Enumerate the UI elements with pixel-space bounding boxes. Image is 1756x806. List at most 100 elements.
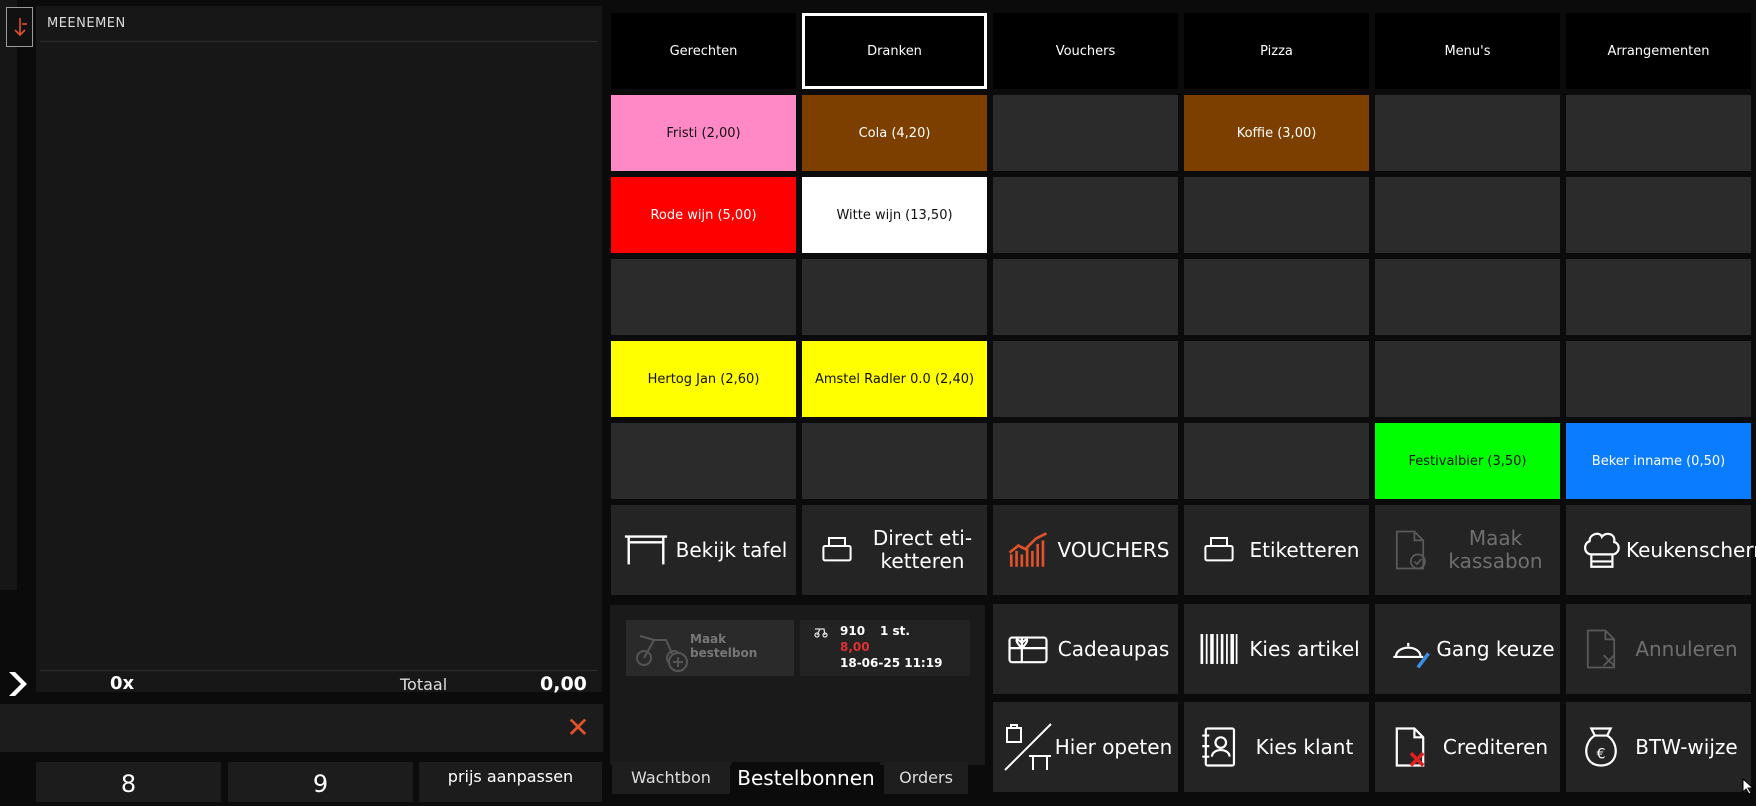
empty-product-slot[interactable] (1375, 341, 1560, 417)
arrow-down-icon (13, 18, 27, 37)
product-button-amstel-radler[interactable]: Amstel Radler 0.0 (2,40) (802, 341, 987, 417)
empty-product-slot[interactable] (993, 423, 1178, 499)
money-bag-icon: € (1576, 722, 1626, 772)
empty-product-slot[interactable] (1184, 423, 1369, 499)
empty-product-slot[interactable] (611, 259, 796, 335)
annuleren-button[interactable]: Annuleren (1566, 604, 1751, 694)
keukenscherm-button[interactable]: Keukenscherm (1566, 505, 1756, 595)
etiketteren-button[interactable]: Etiketteren (1184, 505, 1369, 595)
vouchers-button[interactable]: VOUCHERS (993, 505, 1178, 595)
divider (40, 670, 597, 671)
order-ticket[interactable]: 910 1 st. 8,00 18-06-25 11:19 (800, 620, 970, 676)
barcode-icon (1194, 624, 1244, 674)
empty-product-slot[interactable] (802, 423, 987, 499)
order-type-button[interactable] (6, 7, 33, 47)
empty-product-slot[interactable] (993, 177, 1178, 253)
clear-icon[interactable]: ✕ (563, 713, 593, 743)
hier-opeten-button[interactable]: Hier opeten (993, 702, 1178, 792)
empty-product-slot[interactable] (1566, 177, 1751, 253)
category-tab-pizza[interactable]: Pizza (1184, 13, 1369, 89)
scooter-plus-icon (636, 635, 688, 672)
category-tab-arrangementen[interactable]: Arrangementen (1566, 13, 1751, 89)
empty-product-slot[interactable] (1375, 95, 1560, 171)
tab-wachtbon[interactable]: Wachtbon (612, 762, 730, 794)
left-side-strip (0, 0, 17, 590)
doc-cancel-icon (1576, 624, 1626, 674)
adjust-price-button[interactable]: prijs aanpassen (419, 762, 602, 802)
printer-icon (1194, 525, 1244, 575)
empty-product-slot[interactable] (993, 259, 1178, 335)
empty-product-slot[interactable] (802, 259, 987, 335)
ticket-qty: 1 st. (880, 624, 910, 638)
maak-kassabon-button[interactable]: Maak kassabon (1375, 505, 1560, 595)
kies-klant-button[interactable]: Kies klant (1184, 702, 1369, 792)
empty-product-slot[interactable] (1184, 341, 1369, 417)
hier-opeten-label: Hier opeten (1054, 734, 1173, 759)
gang-keuze-button[interactable]: Gang keuze (1375, 604, 1560, 694)
product-button-fristi[interactable]: Fristi (2,00) (611, 95, 796, 171)
cadeaupas-label: Cadeaupas (1057, 636, 1170, 661)
product-button-witte-wijn[interactable]: Witte wijn (13,50) (802, 177, 987, 253)
doc-credit-icon (1385, 722, 1435, 772)
empty-product-slot[interactable] (1566, 95, 1751, 171)
empty-product-slot[interactable] (1184, 177, 1369, 253)
ticket-amount: 8,00 (840, 640, 870, 654)
ticket-number: 910 (840, 624, 866, 638)
ticket-datetime: 18-06-25 11:19 (840, 656, 943, 670)
direct-eti-ketteren-button[interactable]: Direct eti-ketteren (802, 505, 987, 595)
category-tab-gerechten[interactable]: Gerechten (611, 13, 796, 89)
empty-product-slot[interactable] (1566, 341, 1751, 417)
keukenscherm-label: Keukenscherm (1626, 537, 1756, 562)
chevron-right-icon[interactable] (5, 670, 29, 698)
category-tab-menu-s[interactable]: Menu's (1375, 13, 1560, 89)
item-count: 0x (110, 673, 135, 694)
category-tab-dranken[interactable]: Dranken (802, 13, 987, 89)
amount-input[interactable] (0, 704, 603, 752)
receipt-check-icon (1385, 525, 1435, 575)
product-button-hertog-jan[interactable]: Hertog Jan (2,60) (611, 341, 796, 417)
product-button-beker-inname[interactable]: Beker inname (0,50) (1566, 423, 1751, 499)
category-tab-vouchers[interactable]: Vouchers (993, 13, 1178, 89)
order-list-panel[interactable] (36, 6, 602, 692)
kies-artikel-button[interactable]: Kies artikel (1184, 604, 1369, 694)
maak-kassabon-label: Maak kassabon (1448, 526, 1543, 573)
empty-product-slot[interactable] (1375, 177, 1560, 253)
chart-icon (1003, 525, 1053, 575)
delivery-icon (814, 628, 828, 638)
chef-hat-icon (1576, 525, 1626, 575)
table-icon (621, 525, 671, 575)
tab-orders[interactable]: Orders (884, 762, 968, 794)
vouchers-label: VOUCHERS (1057, 537, 1170, 562)
order-type-title: MEENEMEN (47, 16, 126, 31)
product-button-cola[interactable]: Cola (4,20) (802, 95, 987, 171)
maak-bestelbon-label: Maak bestelbon (690, 632, 758, 660)
empty-product-slot[interactable] (1375, 259, 1560, 335)
kies-artikel-label: Kies artikel (1249, 636, 1360, 661)
crediteren-label: Crediteren (1442, 734, 1549, 759)
total-value: 0,00 (540, 673, 587, 695)
divider (40, 41, 597, 42)
product-button-festivalbier[interactable]: Festivalbier (3,50) (1375, 423, 1560, 499)
printer-icon (812, 525, 862, 575)
empty-product-slot[interactable] (611, 423, 796, 499)
empty-product-slot[interactable] (993, 95, 1178, 171)
cadeaupas-button[interactable]: Cadeaupas (993, 604, 1178, 694)
gift-card-icon (1003, 624, 1053, 674)
maak-bestelbon-button[interactable]: Maak bestelbon (626, 620, 794, 676)
contact-icon (1194, 722, 1244, 772)
empty-product-slot[interactable] (1566, 259, 1751, 335)
etiketteren-label: Etiketteren (1249, 537, 1360, 562)
btw-wijze-button[interactable]: € BTW-wijze (1566, 702, 1751, 792)
numpad-key-8[interactable]: 8 (36, 762, 221, 802)
btw-wijze-label: BTW-wijze (1635, 734, 1738, 759)
product-button-koffie[interactable]: Koffie (3,00) (1184, 95, 1369, 171)
crediteren-button[interactable]: Crediteren (1375, 702, 1560, 792)
empty-product-slot[interactable] (1184, 259, 1369, 335)
empty-product-slot[interactable] (993, 341, 1178, 417)
numpad-key-9[interactable]: 9 (228, 762, 413, 802)
bekijk-tafel-button[interactable]: Bekijk tafel (611, 505, 796, 595)
tab-bestelbonnen[interactable]: Bestelbonnen (732, 762, 880, 794)
gang-keuze-label: Gang keuze (1436, 636, 1555, 661)
product-button-rode-wijn[interactable]: Rode wijn (5,00) (611, 177, 796, 253)
annuleren-label: Annuleren (1635, 636, 1738, 661)
